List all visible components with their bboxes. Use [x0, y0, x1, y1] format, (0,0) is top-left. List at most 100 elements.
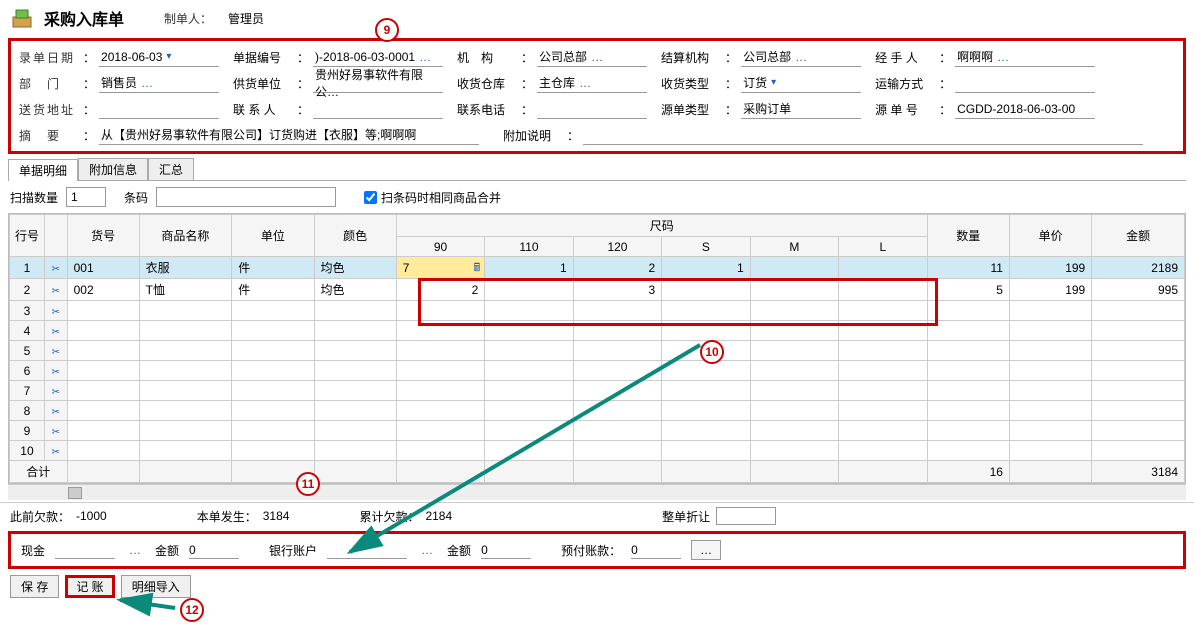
- settle-org-field[interactable]: 公司总部…: [741, 47, 861, 67]
- col-price[interactable]: 单价: [1009, 215, 1091, 257]
- table-row[interactable]: 6✂: [10, 361, 1185, 381]
- scissors-icon[interactable]: ✂: [52, 347, 60, 358]
- col-s110[interactable]: 110: [485, 237, 573, 257]
- ellipsis-icon[interactable]: …: [993, 50, 1013, 64]
- col-amount[interactable]: 金额: [1092, 215, 1185, 257]
- ship-label: 运输方式: [875, 75, 935, 92]
- table-row[interactable]: 1 ✂ 001 衣服 件 均色 7🖩 1 2 1 11 199 2189: [10, 257, 1185, 279]
- dropdown-icon[interactable]: ▾: [162, 51, 175, 62]
- entry-date-field[interactable]: 2018-06-03▾: [99, 47, 219, 67]
- receive-type-field[interactable]: 订货▾: [741, 73, 861, 93]
- src-no-field[interactable]: CGDD-2018-06-03-00: [955, 99, 1095, 119]
- dropdown-icon[interactable]: ▾: [767, 77, 780, 88]
- app-icon: [10, 6, 34, 30]
- bank-account-field[interactable]: [327, 541, 407, 559]
- this-occur-label: 本单发生：: [197, 508, 257, 525]
- scan-row: 扫描数量 条码 扫条码时相同商品合并: [0, 181, 1194, 213]
- supplier-field[interactable]: 贵州好易事软件有限公…: [313, 73, 443, 93]
- ship-field[interactable]: [955, 73, 1095, 93]
- table-row[interactable]: 9✂: [10, 421, 1185, 441]
- col-s90[interactable]: 90: [396, 237, 484, 257]
- table-row[interactable]: 3✂: [10, 301, 1185, 321]
- contact-label: 联 系 人: [233, 101, 293, 118]
- horizontal-scrollbar[interactable]: [8, 484, 1186, 500]
- barcode-label: 条码: [124, 189, 148, 206]
- phone-field[interactable]: [537, 99, 647, 119]
- doc-no-field[interactable]: )-2018-06-03-0001…: [313, 47, 443, 67]
- prepay-ellipsis-button[interactable]: …: [691, 540, 721, 560]
- merge-checkbox[interactable]: [364, 191, 377, 204]
- ellipsis-icon[interactable]: …: [791, 50, 811, 64]
- scan-qty-input[interactable]: [66, 187, 106, 207]
- dept-label: 部 门: [19, 75, 79, 92]
- table-row[interactable]: 4✂: [10, 321, 1185, 341]
- warehouse-field[interactable]: 主仓库…: [537, 73, 647, 93]
- ellipsis-icon[interactable]: …: [137, 76, 157, 90]
- scissors-icon[interactable]: ✂: [52, 447, 60, 458]
- col-line[interactable]: 行号: [10, 215, 45, 257]
- tab-summary[interactable]: 汇总: [148, 158, 194, 180]
- table-row[interactable]: 7✂: [10, 381, 1185, 401]
- address-label: 送货地址: [19, 101, 79, 118]
- scissors-icon[interactable]: ✂: [52, 387, 60, 398]
- summary-bar: 此前欠款：-1000 本单发生：3184 累计欠款：2184 整单折让: [0, 502, 1194, 529]
- tab-extra[interactable]: 附加信息: [78, 158, 148, 180]
- col-unit[interactable]: 单位: [232, 215, 314, 257]
- calculator-icon[interactable]: 🖩: [474, 259, 481, 278]
- ellipsis-icon[interactable]: …: [575, 76, 595, 90]
- col-sM[interactable]: M: [750, 237, 838, 257]
- size-90-cell[interactable]: 7🖩: [396, 257, 484, 279]
- scissors-icon[interactable]: ✂: [52, 427, 60, 438]
- summary-field[interactable]: 从【贵州好易事软件有限公司】订货购进【衣服】等;啊啊啊: [99, 125, 479, 145]
- form-panel: 录单日期： 2018-06-03▾ 单据编号： )-2018-06-03-000…: [8, 38, 1186, 154]
- scissors-icon[interactable]: ✂: [52, 264, 60, 275]
- address-field[interactable]: [99, 99, 219, 119]
- discount-label: 整单折让: [662, 508, 710, 525]
- ellipsis-icon[interactable]: …: [587, 50, 607, 64]
- col-sS[interactable]: S: [662, 237, 750, 257]
- org-label: 机 构: [457, 49, 517, 66]
- ellipsis-icon[interactable]: …: [125, 543, 145, 557]
- col-code[interactable]: 货号: [67, 215, 139, 257]
- col-s120[interactable]: 120: [573, 237, 661, 257]
- contact-field[interactable]: [313, 99, 443, 119]
- window-header: 采购入库单 制单人： 管理员: [0, 0, 1194, 36]
- scissors-icon[interactable]: ✂: [52, 307, 60, 318]
- scissors-icon[interactable]: ✂: [52, 327, 60, 338]
- note-field[interactable]: [583, 125, 1143, 145]
- ellipsis-icon[interactable]: …: [417, 543, 437, 557]
- ellipsis-icon[interactable]: …: [415, 50, 435, 64]
- table-row[interactable]: 10✂: [10, 441, 1185, 461]
- prepay-field[interactable]: 0: [631, 541, 681, 559]
- post-button[interactable]: 记 账: [65, 575, 114, 598]
- detail-grid[interactable]: 行号 货号 商品名称 单位 颜色 尺码 数量 单价 金额 90 110 120 …: [9, 214, 1185, 483]
- tab-bar: 单据明细 附加信息 汇总: [8, 158, 1194, 180]
- table-row[interactable]: 8✂: [10, 401, 1185, 421]
- col-name[interactable]: 商品名称: [139, 215, 232, 257]
- warehouse-label: 收货仓库: [457, 75, 517, 92]
- discount-input[interactable]: [716, 507, 776, 525]
- table-row[interactable]: 5✂: [10, 341, 1185, 361]
- scissors-icon[interactable]: ✂: [52, 407, 60, 418]
- cash-amount-field[interactable]: 0: [189, 541, 239, 559]
- scissors-icon[interactable]: ✂: [52, 367, 60, 378]
- col-color[interactable]: 颜色: [314, 215, 396, 257]
- barcode-input[interactable]: [156, 187, 336, 207]
- detail-import-button[interactable]: 明细导入: [121, 575, 191, 598]
- col-sL[interactable]: L: [839, 237, 927, 257]
- summary-label: 摘 要: [19, 127, 79, 144]
- org-field[interactable]: 公司总部…: [537, 47, 647, 67]
- tab-detail[interactable]: 单据明细: [8, 159, 78, 181]
- supplier-label: 供货单位: [233, 75, 293, 92]
- table-row[interactable]: 2 ✂ 002 T恤 件 均色 2 3 5 199 995: [10, 279, 1185, 301]
- col-qty[interactable]: 数量: [927, 215, 1009, 257]
- dept-field[interactable]: 销售员…: [99, 73, 219, 93]
- handler-field[interactable]: 啊啊啊…: [955, 47, 1095, 67]
- cash-account-field[interactable]: [55, 541, 115, 559]
- src-type-field[interactable]: 采购订单: [741, 99, 861, 119]
- save-button[interactable]: 保 存: [10, 575, 59, 598]
- scrollbar-thumb[interactable]: [68, 487, 82, 499]
- scissors-icon[interactable]: ✂: [52, 286, 60, 297]
- merge-checkbox-label[interactable]: 扫条码时相同商品合并: [364, 189, 501, 206]
- bank-amount-field[interactable]: 0: [481, 541, 531, 559]
